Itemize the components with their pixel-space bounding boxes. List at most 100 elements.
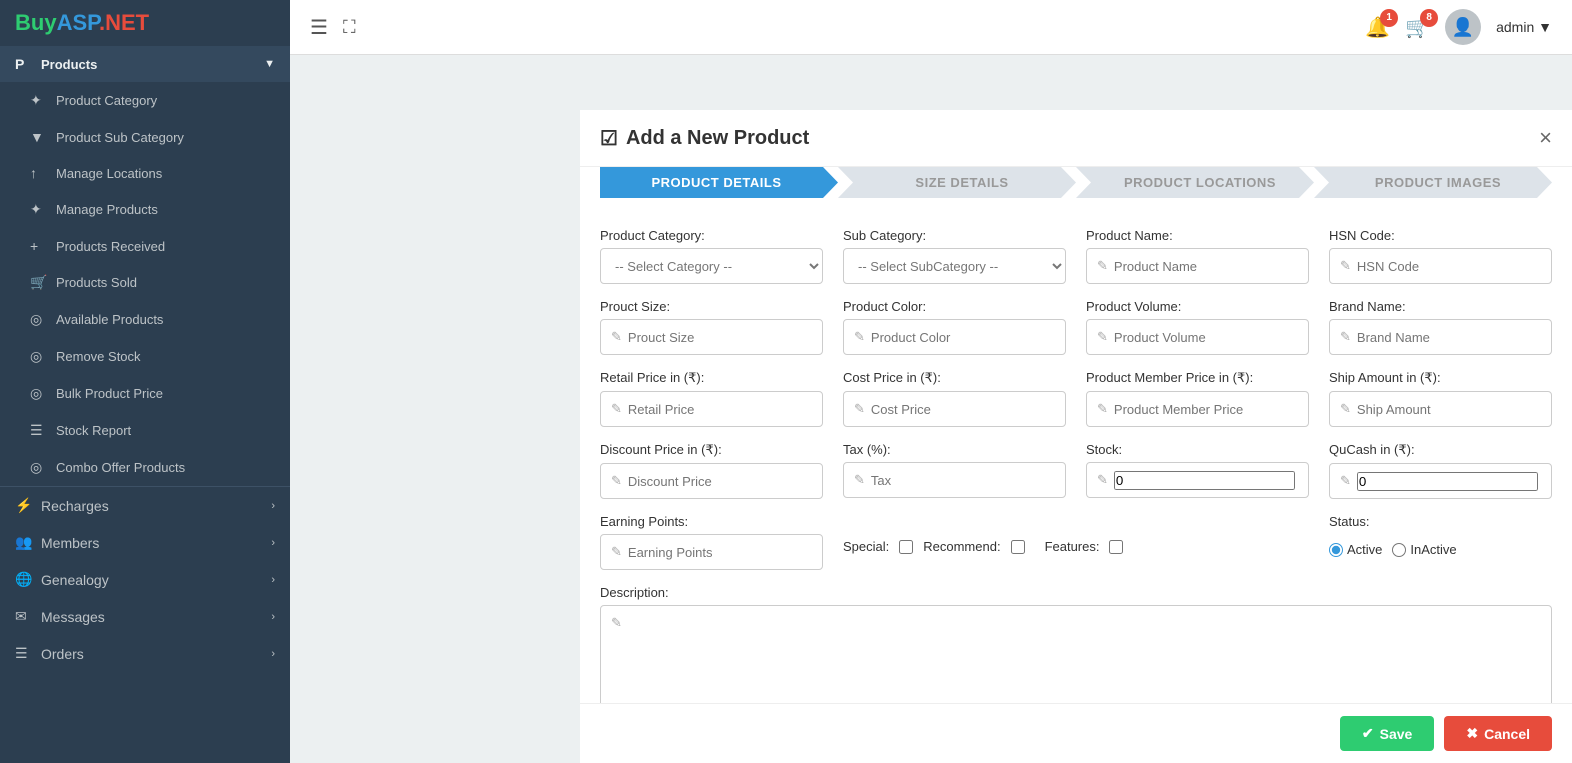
wizard-step-label: PRODUCT DETAILS — [600, 167, 838, 198]
sidebar-item-products[interactable]: P Products ▼ — [0, 46, 290, 82]
sidebar-item-remove-stock[interactable]: ◎ Remove Stock — [0, 338, 290, 375]
product-category-label: Product Category: — [600, 228, 823, 243]
wizard-step-product-details[interactable]: PRODUCT DETAILS — [600, 167, 838, 198]
product-name-group: Product Name: ✎ — [1086, 228, 1309, 284]
product-volume-input[interactable] — [1114, 330, 1298, 345]
product-color-input[interactable] — [871, 330, 1055, 345]
cost-price-field[interactable]: ✎ — [843, 391, 1066, 427]
brand-name-input[interactable] — [1357, 330, 1541, 345]
discount-price-field[interactable]: ✎ — [600, 463, 823, 499]
notification-button[interactable]: 🔔 1 — [1365, 15, 1390, 40]
sidebar-item-recharges[interactable]: ⚡ Recharges › — [0, 487, 290, 524]
tax-field[interactable]: ✎ — [843, 462, 1066, 498]
sidebar-item-products-received[interactable]: + Products Received — [0, 228, 290, 264]
sidebar-item-messages[interactable]: ✉ Messages › — [0, 598, 290, 635]
modal-overlay: ☑ Add a New Product × PRODUCT DETAILS SI… — [580, 110, 1572, 763]
qucash-input[interactable] — [1357, 472, 1538, 491]
product-volume-field[interactable]: ✎ — [1086, 319, 1309, 355]
hsn-code-field[interactable]: ✎ — [1329, 248, 1552, 284]
hsn-code-input[interactable] — [1357, 259, 1541, 274]
ship-amount-field[interactable]: ✎ — [1329, 391, 1552, 427]
ship-amount-input[interactable] — [1357, 402, 1541, 417]
edit-icon: ✎ — [1340, 258, 1351, 274]
hamburger-button[interactable]: ☰ — [310, 15, 328, 40]
qucash-field[interactable]: ✎ — [1329, 463, 1552, 499]
brand-name-field[interactable]: ✎ — [1329, 319, 1552, 355]
sub-category-select[interactable]: -- Select SubCategory -- — [843, 248, 1066, 284]
tax-label: Tax (%): — [843, 442, 1066, 457]
recommend-checkbox[interactable] — [1011, 540, 1025, 554]
sidebar-item-manage-locations[interactable]: ↑ Manage Locations — [0, 155, 290, 191]
cost-price-input[interactable] — [871, 402, 1055, 417]
special-checkbox[interactable] — [899, 540, 913, 554]
tax-input[interactable] — [871, 473, 1055, 488]
description-textarea[interactable] — [611, 637, 1541, 703]
sidebar-item-product-category[interactable]: ✦ Product Category — [0, 82, 290, 119]
product-name-input[interactable] — [1114, 259, 1298, 274]
cart-icon: 🛒 — [30, 274, 48, 291]
product-member-price-field[interactable]: ✎ — [1086, 391, 1309, 427]
stock-group: Stock: ✎ — [1086, 442, 1309, 499]
modal-title-text: Add a New Product — [626, 127, 809, 150]
plus-icon: + — [30, 238, 48, 254]
active-radio[interactable] — [1329, 543, 1343, 557]
sidebar: BuyASP.NET P Products ▼ ✦ Product Catego… — [0, 0, 290, 763]
product-category-select[interactable]: -- Select Category -- — [600, 248, 823, 284]
product-color-group: Product Color: ✎ — [843, 299, 1066, 355]
discount-price-input[interactable] — [628, 474, 812, 489]
chevron-right-icon: › — [271, 574, 275, 586]
save-button[interactable]: ✔ Save — [1340, 716, 1434, 751]
sidebar-item-manage-products[interactable]: ✦ Manage Products — [0, 191, 290, 228]
sidebar-item-members[interactable]: 👥 Members › — [0, 524, 290, 561]
admin-menu[interactable]: admin ▼ — [1496, 19, 1552, 35]
recommend-label: Recommend: — [923, 539, 1000, 554]
stock-input[interactable] — [1114, 471, 1295, 490]
sidebar-item-product-sub-category[interactable]: ▼ Product Sub Category — [0, 119, 290, 155]
sidebar-item-combo-offer-products[interactable]: ◎ Combo Offer Products — [0, 449, 290, 486]
features-label: Features: — [1045, 539, 1100, 554]
product-size-field[interactable]: ✎ — [600, 319, 823, 355]
description-box[interactable]: ✎ — [600, 605, 1552, 703]
sidebar-item-available-products[interactable]: ◎ Available Products — [0, 301, 290, 338]
cancel-button[interactable]: ✖ Cancel — [1444, 716, 1552, 751]
wizard-step-product-images[interactable]: PRODUCT IMAGES — [1314, 167, 1552, 198]
product-color-field[interactable]: ✎ — [843, 319, 1066, 355]
earning-points-label: Earning Points: — [600, 514, 823, 529]
stock-field[interactable]: ✎ — [1086, 462, 1309, 498]
sidebar-item-stock-report[interactable]: ☰ Stock Report — [0, 412, 290, 449]
retail-price-input[interactable] — [628, 402, 812, 417]
sidebar-item-label: Stock Report — [56, 423, 131, 438]
cart-button[interactable]: 🛒 8 — [1405, 15, 1430, 40]
wizard-step-label: PRODUCT LOCATIONS — [1076, 167, 1314, 198]
wizard-step-size-details[interactable]: SIZE DETAILS — [838, 167, 1076, 198]
earning-points-field[interactable]: ✎ — [600, 534, 823, 570]
special-recommend-group: Special: Recommend: Features: — [843, 514, 1309, 570]
inactive-radio[interactable] — [1392, 543, 1406, 557]
product-category-group: Product Category: -- Select Category -- — [600, 228, 823, 284]
sidebar-genealogy-label: Genealogy — [41, 572, 109, 588]
wizard-step-label: PRODUCT IMAGES — [1314, 167, 1552, 198]
expand-button[interactable]: ⛶ — [343, 17, 356, 38]
product-name-field[interactable]: ✎ — [1086, 248, 1309, 284]
product-member-price-input[interactable] — [1114, 402, 1298, 417]
sidebar-item-genealogy[interactable]: 🌐 Genealogy › — [0, 561, 290, 598]
cancel-icon: ✖ — [1466, 725, 1478, 742]
report-icon: ☰ — [30, 422, 48, 439]
sidebar-item-bulk-product-price[interactable]: ◎ Bulk Product Price — [0, 375, 290, 412]
inactive-radio-label[interactable]: InActive — [1392, 542, 1456, 557]
description-label: Description: — [600, 585, 1552, 600]
status-group: Status: Active InActive — [1329, 514, 1552, 570]
wizard-step-product-locations[interactable]: PRODUCT LOCATIONS — [1076, 167, 1314, 198]
features-checkbox[interactable] — [1109, 540, 1123, 554]
modal-close-button[interactable]: × — [1539, 125, 1552, 151]
retail-price-field[interactable]: ✎ — [600, 391, 823, 427]
edit-icon: ✎ — [611, 401, 622, 417]
active-radio-label[interactable]: Active — [1329, 542, 1382, 557]
earning-points-input[interactable] — [628, 545, 812, 560]
status-radio-row: Active InActive — [1329, 537, 1552, 562]
avatar: 👤 — [1445, 9, 1481, 45]
edit-icon: ✎ — [854, 329, 865, 345]
sidebar-item-products-sold[interactable]: 🛒 Products Sold — [0, 264, 290, 301]
product-size-input[interactable] — [628, 330, 812, 345]
sidebar-item-orders[interactable]: ☰ Orders › — [0, 635, 290, 672]
